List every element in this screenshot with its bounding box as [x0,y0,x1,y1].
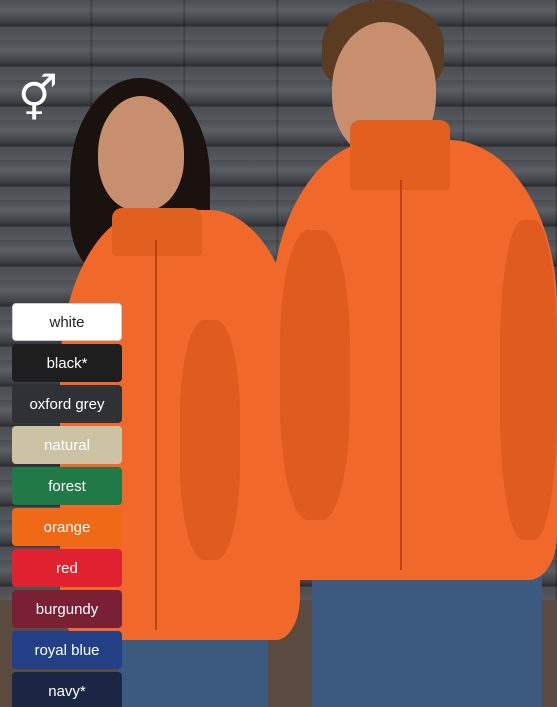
swatch-label: black* [46,354,88,372]
swatch-label: white [49,313,85,331]
color-swatch[interactable]: forest [12,467,122,505]
color-swatch[interactable]: black* [12,344,122,382]
color-swatch-list: white black* oxford grey natural forest … [12,303,122,707]
color-swatch[interactable]: natural [12,426,122,464]
woman-zip [155,240,157,630]
swatch-label: royal blue [34,641,100,659]
color-swatch[interactable]: red [12,549,122,587]
color-swatch[interactable]: white [12,303,122,341]
swatch-label: navy* [48,682,86,700]
swatch-label: forest [48,477,86,495]
woman-jacket-shade [180,320,240,560]
color-swatch[interactable]: royal blue [12,631,122,669]
man-jacket-shade [280,230,350,520]
color-swatch[interactable]: burgundy [12,590,122,628]
man-zip [400,180,402,570]
product-photo: ⚥ white black* oxford grey natural fores… [0,0,557,707]
color-swatch[interactable]: oxford grey [12,385,122,423]
woman-face [98,96,184,211]
swatch-label: natural [44,436,90,454]
woman-collar [112,208,202,256]
swatch-label: orange [43,518,91,536]
swatch-label: burgundy [35,600,99,618]
swatch-label: red [56,559,78,577]
man-jeans [312,560,542,707]
swatch-label: oxford grey [29,395,105,413]
color-swatch[interactable]: navy* [12,672,122,707]
man-jacket-shade-right [500,220,557,540]
color-swatch[interactable]: orange [12,508,122,546]
unisex-icon: ⚥ [18,74,58,125]
